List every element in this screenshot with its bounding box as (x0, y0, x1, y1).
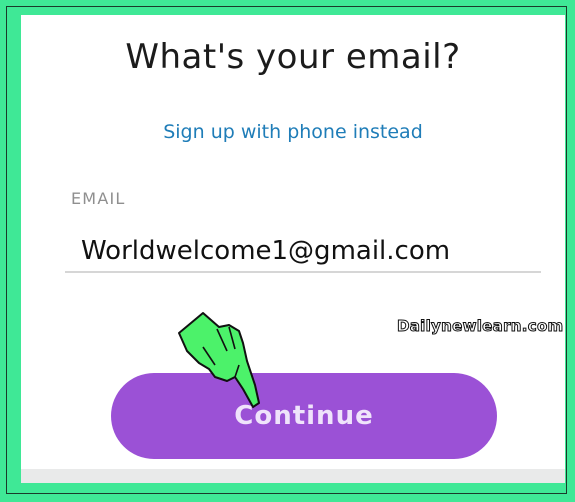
pointing-hand-icon (178, 312, 260, 408)
watermark: Dailynewlearn.com (396, 317, 564, 336)
page-title: What's your email? (125, 37, 461, 77)
screenshot-frame: What's your email? Sign up with phone in… (6, 6, 567, 494)
signup-with-phone-link[interactable]: Sign up with phone instead (21, 121, 565, 143)
signup-screen: What's your email? Sign up with phone in… (21, 15, 565, 483)
email-label: EMAIL (71, 189, 126, 208)
bottom-strip (21, 469, 565, 483)
email-field[interactable] (65, 231, 541, 273)
